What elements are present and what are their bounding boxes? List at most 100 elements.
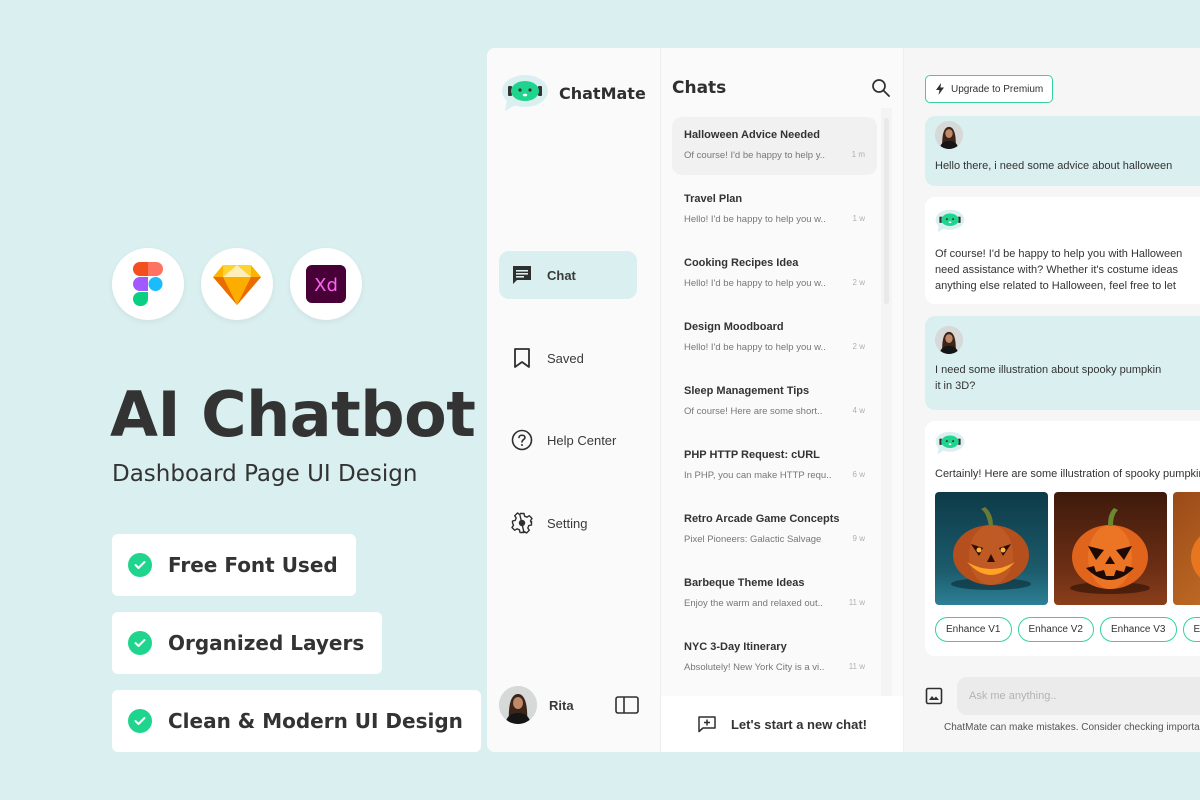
design-tools: Xd — [112, 248, 362, 320]
search-icon[interactable] — [871, 78, 891, 98]
message-text: it in 3D? — [935, 380, 976, 392]
new-chat-button[interactable]: Let's start a new chat! — [661, 696, 903, 752]
chat-bubble-icon — [513, 266, 531, 284]
avatar — [499, 686, 537, 724]
xd-badge: Xd — [290, 248, 362, 320]
chat-title: Barbeque Theme Ideas — [684, 577, 805, 589]
sketch-icon — [213, 265, 261, 305]
sidebar-item-label: Saved — [547, 350, 584, 366]
chat-time: 1 w — [852, 214, 865, 223]
chat-title: PHP HTTP Request: cURL — [684, 449, 820, 461]
image-upload-icon[interactable] — [925, 687, 943, 705]
user-profile[interactable]: Rita — [499, 686, 639, 724]
message-composer — [925, 677, 1200, 715]
chat-time: 11 w — [848, 598, 865, 607]
figma-badge — [112, 248, 184, 320]
enhance-buttons: Enhance V1 Enhance V2 Enhance V3 Enhance… — [935, 617, 1200, 642]
brand-logo[interactable]: ChatMate — [501, 74, 646, 112]
app-window: ChatMate Chat Saved Help Center Setting … — [487, 48, 1200, 752]
chat-preview: Of course! I'd be happy to help y.. — [684, 150, 826, 161]
brand-name: ChatMate — [559, 83, 646, 103]
enhance-v2-button[interactable]: Enhance V2 — [1017, 617, 1094, 642]
chat-preview: Hello! I'd be happy to help you w.. — [684, 342, 826, 353]
chat-list-item[interactable]: Halloween Advice Needed Of course! I'd b… — [672, 117, 877, 175]
chat-list: Halloween Advice Needed Of course! I'd b… — [672, 117, 877, 693]
chat-preview: Pixel Pioneers: Galactic Salvage — [684, 534, 822, 545]
chat-list-item[interactable]: Travel Plan Hello! I'd be happy to help … — [672, 181, 877, 245]
figma-icon — [133, 262, 163, 306]
pumpkin-image[interactable] — [935, 492, 1048, 605]
user-avatar — [935, 326, 963, 354]
chats-title: Chats — [672, 78, 727, 98]
chat-time: 1 m — [851, 150, 865, 159]
enhance-v3-button[interactable]: Enhance V3 — [1100, 617, 1177, 642]
enhance-v1-button[interactable]: Enhance V1 — [935, 617, 1012, 642]
message-text: Of course! I'd be happy to help you with… — [935, 248, 1183, 260]
chat-list-item[interactable]: Design Moodboard Hello! I'd be happy to … — [672, 309, 877, 373]
promo-title: AI Chatbot — [110, 378, 476, 451]
chat-list-item[interactable]: Retro Arcade Game Concepts Pixel Pioneer… — [672, 501, 877, 565]
check-circle-icon — [128, 709, 152, 733]
chat-list-item[interactable]: PHP HTTP Request: cURL In PHP, you can m… — [672, 437, 877, 501]
lightning-icon — [936, 83, 944, 95]
promo-subtitle: Dashboard Page UI Design — [112, 461, 418, 487]
chat-list-item[interactable]: Sleep Management Tips Of course! Here ar… — [672, 373, 877, 437]
chat-title: Cooking Recipes Idea — [684, 257, 799, 269]
chat-title: NYC 3-Day Itinerary — [684, 641, 787, 653]
help-circle-icon — [511, 429, 533, 451]
feature-label: Clean & Modern UI Design — [168, 709, 463, 733]
chat-list-item[interactable]: NYC 3-Day Itinerary Absolutely! New York… — [672, 629, 877, 693]
sidebar-item-help-center[interactable]: Help Center — [499, 416, 637, 464]
upgrade-label: Upgrade to Premium — [951, 83, 1044, 95]
user-name: Rita — [549, 697, 574, 713]
user-avatar — [935, 121, 963, 149]
disclaimer-text: ChatMate can make mistakes. Consider che… — [944, 722, 1200, 733]
conversation-panel: Upgrade to Premium Hello there, i need s… — [904, 48, 1200, 752]
bot-message: Of course! I'd be happy to help you with… — [925, 197, 1200, 304]
feature-badge: Free Font Used — [112, 534, 356, 596]
chat-title: Design Moodboard — [684, 321, 784, 333]
enhance-v4-button[interactable]: Enhance V4 — [1182, 617, 1200, 642]
message-text: Certainly! Here are some illustration of… — [935, 468, 1200, 480]
sidebar-toggle-icon[interactable] — [615, 695, 639, 715]
chat-preview: Of course! Here are some short.. — [684, 406, 823, 417]
chatmate-robot-icon — [502, 75, 548, 111]
chat-list-item[interactable]: Cooking Recipes Idea Hello! I'd be happy… — [672, 245, 877, 309]
sidebar-item-chat[interactable]: Chat — [499, 251, 637, 299]
new-chat-label: Let's start a new chat! — [730, 716, 868, 732]
chat-preview: In PHP, you can make HTTP requ.. — [684, 470, 832, 481]
sidebar-item-label: Help Center — [547, 432, 617, 448]
chat-title: Halloween Advice Needed — [684, 129, 820, 141]
check-circle-icon — [128, 631, 152, 655]
sketch-badge — [201, 248, 273, 320]
chat-list-item[interactable]: Barbeque Theme Ideas Enjoy the warm and … — [672, 565, 877, 629]
check-circle-icon — [128, 553, 152, 577]
gear-icon — [511, 512, 533, 534]
bot-message: Certainly! Here are some illustration of… — [925, 421, 1200, 656]
message-text: need assistance with? Whether it's costu… — [935, 264, 1178, 276]
chat-title: Travel Plan — [684, 193, 743, 205]
bookmark-icon — [514, 348, 530, 368]
sidebar-item-label: Chat — [547, 267, 576, 283]
chat-preview: Absolutely! New York City is a vi.. — [684, 662, 825, 673]
chat-title: Sleep Management Tips — [684, 385, 810, 397]
scrollbar[interactable] — [884, 118, 889, 304]
upgrade-premium-button[interactable]: Upgrade to Premium — [925, 75, 1054, 103]
message-text: Hello there, i need some advice about ha… — [935, 160, 1173, 172]
sidebar-item-setting[interactable]: Setting — [499, 499, 637, 547]
generated-images — [935, 492, 1200, 605]
pumpkin-image[interactable] — [1173, 492, 1200, 605]
chats-panel: Chats Halloween Advice Needed Of course!… — [661, 48, 904, 752]
adobe-xd-icon: Xd — [306, 265, 346, 303]
message-text: I need some illustration about spooky pu… — [935, 364, 1162, 376]
user-message: Hello there, i need some advice about ha… — [925, 116, 1200, 186]
chat-preview: Enjoy the warm and relaxed out.. — [684, 598, 823, 609]
feature-label: Organized Layers — [168, 631, 365, 655]
pumpkin-image[interactable] — [1054, 492, 1167, 605]
sidebar-item-label: Setting — [547, 515, 588, 531]
chat-preview: Hello! I'd be happy to help you w.. — [684, 278, 826, 289]
sidebar-item-saved[interactable]: Saved — [499, 334, 637, 382]
message-input[interactable] — [957, 677, 1200, 715]
sidebar: ChatMate Chat Saved Help Center Setting … — [487, 48, 661, 752]
feature-label: Free Font Used — [168, 553, 338, 577]
